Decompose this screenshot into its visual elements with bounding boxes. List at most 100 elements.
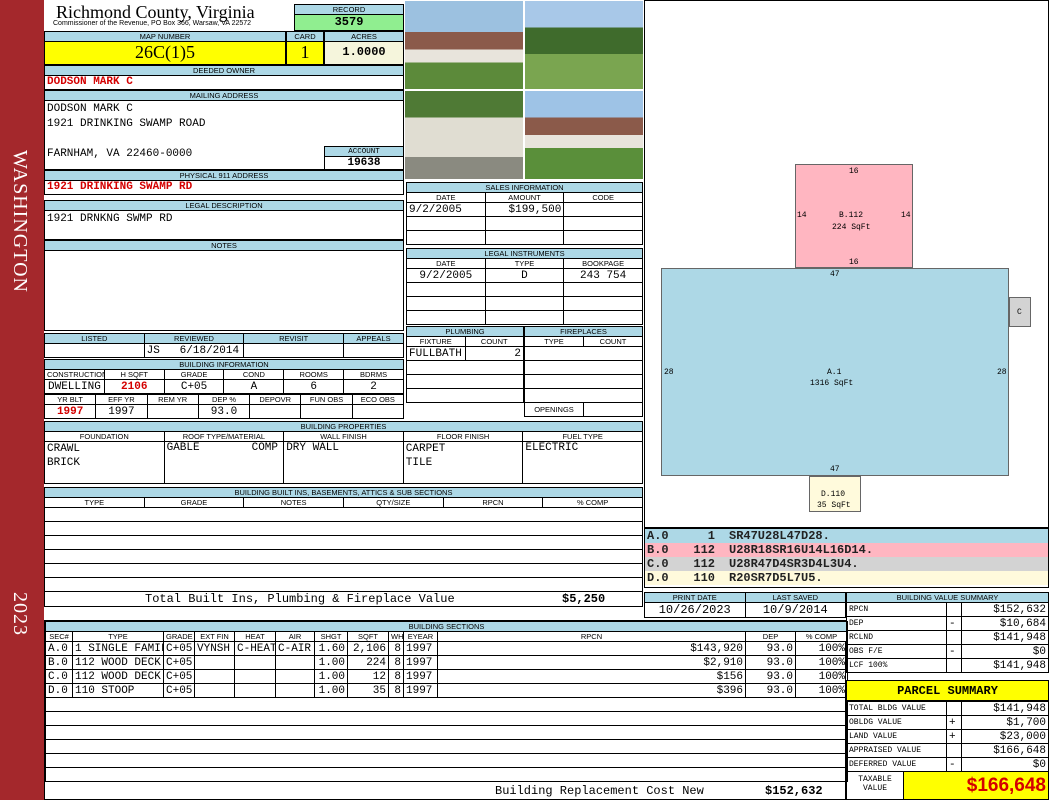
yard-photo[interactable] — [524, 0, 644, 90]
section-cell — [275, 669, 315, 684]
building-information: BUILDING INFORMATION CONSTRUCTION STYLEH… — [43, 359, 405, 419]
section-cell: 1.00 — [314, 669, 348, 684]
col-header: DATE — [406, 258, 486, 269]
listed-value — [44, 343, 145, 358]
building-sketch[interactable]: 16 14 14 B.112 224 SqFt 16 47 28 28 A.1 … — [644, 0, 1049, 528]
print-date-label: PRINT DATE — [644, 592, 746, 603]
section-cell: 8 — [388, 655, 404, 670]
fixture-type: FULLBATH — [406, 346, 466, 361]
summary-label: TOTAL BLDG VALUE — [846, 701, 947, 716]
table-row: A.01 SINGLE FAMILYC+05VYNSHC-HEATC-AIR1.… — [45, 641, 849, 656]
col-header: FUN OBS — [300, 394, 353, 405]
summary-row: APPRAISED VALUE $166,648 — [846, 743, 1049, 758]
summary-row: DEFERRED VALUE - $0 — [846, 757, 1049, 772]
dim-label: 28 — [997, 368, 1007, 377]
legend-code: 112 — [693, 543, 715, 557]
shed-photo[interactable] — [404, 90, 524, 180]
summary-row: LCF 100% $141,948 — [846, 658, 1049, 673]
sales-title: SALES INFORMATION — [406, 182, 643, 193]
section-cell: $156 — [437, 669, 746, 684]
legend-section: A.0 — [647, 529, 669, 543]
section-cell — [275, 683, 315, 698]
house-photo[interactable] — [404, 0, 524, 90]
section-cell — [275, 655, 315, 670]
record-box: RECORD 3579 — [294, 4, 404, 31]
parcel-summary: PARCEL SUMMARY TOTAL BLDG VALUE $141,948 O… — [846, 680, 1049, 800]
rooms: 6 — [283, 379, 345, 394]
foundation: BRICK — [47, 457, 81, 469]
plumbing-title: PLUMBING — [406, 326, 524, 337]
col-header: QTY/SIZE — [342, 497, 444, 508]
instrument-date: 9/2/2005 — [406, 268, 486, 283]
section-label: A.1 — [827, 368, 842, 377]
mailing-label: MAILING ADDRESS — [44, 90, 404, 101]
col-header: FIXTURE — [406, 336, 466, 347]
section-cell: $143,920 — [437, 641, 746, 656]
dim-label: 14 — [901, 211, 911, 220]
last-saved-label: LAST SAVED — [744, 592, 846, 603]
taxable-label: TAXABLE VALUE — [847, 772, 904, 799]
col-header: COND — [223, 369, 285, 380]
map-label: MAP NUMBER — [44, 31, 286, 42]
section-cell: C-HEAT — [234, 641, 276, 656]
building-properties: BUILDING PROPERTIES FOUNDATION ROOF TYPE/… — [44, 421, 643, 484]
properties-title: BUILDING PROPERTIES — [44, 421, 643, 432]
account-label: ACCOUNT — [324, 146, 404, 157]
section-cell: 8 — [388, 669, 404, 684]
physical-address: 1921 DRINKING SWAMP RD — [44, 181, 404, 195]
dim-label: 28 — [664, 368, 674, 377]
fireplaces-table: FIREPLACES TYPE COUNT OPENINGS — [524, 326, 643, 417]
building-value-summary: BUILDING VALUE SUMMARY RPCN $152,632 DEP - $1… — [846, 592, 1049, 673]
summary-label: OBS F/E — [846, 644, 947, 659]
summary-value: $141,948 — [961, 658, 1049, 673]
builtins-total-label: Total Built Ins, Plumbing & Fireplace Va… — [145, 592, 455, 606]
col-header: CODE — [563, 192, 643, 203]
condition: A — [223, 379, 285, 394]
section-cell: 110 STOOP — [72, 683, 164, 698]
summary-sign: + — [946, 715, 962, 730]
summary-value: $141,948 — [961, 701, 1049, 716]
summary-value: $10,684 — [961, 616, 1049, 631]
section-cell — [234, 655, 276, 670]
section-cell: B.0 — [45, 655, 73, 670]
builtins-total: $5,250 — [562, 592, 606, 606]
col-header: REVISIT — [243, 333, 344, 344]
last-saved-date: 10/9/2014 — [744, 602, 846, 618]
summary-sign — [946, 602, 962, 617]
sale-amount: $199,500 — [484, 202, 565, 217]
reviewed-date: 6/18/2014 — [179, 344, 240, 357]
col-header: TYPE — [72, 631, 164, 642]
section-cell: 1997 — [403, 683, 438, 698]
col-header: RPCN — [437, 631, 746, 642]
physical-label: PHYSICAL 911 ADDRESS — [44, 170, 404, 181]
col-header: DEPOVR — [249, 394, 302, 405]
section-cell: 1997 — [403, 655, 438, 670]
map-row: MAP NUMBER 26C(1)5 CARD 1 ACRES 1.0000 — [44, 31, 404, 65]
section-cell: $2,910 — [437, 655, 746, 670]
summary-sign — [946, 630, 962, 645]
builtins-title: BUILDING BUILT INS, BASEMENTS, ATTICS & … — [44, 487, 643, 498]
heated-sqft: 2106 — [103, 379, 165, 394]
record-label: RECORD — [294, 4, 404, 15]
mailing-address: DODSON MARK C 1921 DRINKING SWAMP ROAD F… — [44, 101, 404, 170]
summary-label: APPRAISED VALUE — [846, 743, 947, 758]
empty-row — [44, 725, 849, 740]
legend-section: D.0 — [647, 571, 669, 585]
floor-finish: CARPET — [405, 443, 446, 455]
section-cell: 12 — [347, 669, 389, 684]
section-cell: 112 WOOD DECK — [72, 669, 164, 684]
card-label: CARD — [286, 31, 324, 42]
section-cell: VYNSH — [194, 641, 235, 656]
col-header: HEAT — [234, 631, 276, 642]
area-label: 1316 SqFt — [810, 379, 854, 388]
summary-sign — [946, 701, 962, 716]
grade: C+05 — [163, 379, 225, 394]
dim-label: 16 — [849, 258, 859, 267]
house-front-photo[interactable] — [524, 90, 644, 180]
empty-cell — [44, 725, 849, 740]
summary-value: $0 — [961, 757, 1049, 772]
summary-label: LAND VALUE — [846, 729, 947, 744]
tax-year: 2023 — [9, 592, 31, 636]
section-label: B.112 — [839, 211, 864, 220]
fixture-count: 2 — [464, 346, 524, 361]
